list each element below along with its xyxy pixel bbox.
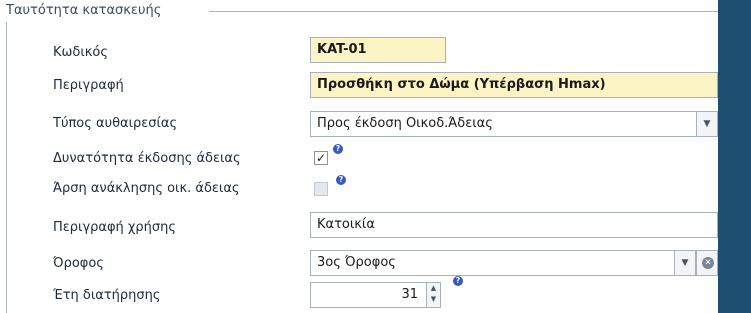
use-description-field[interactable]: Κατοικία	[310, 212, 718, 238]
spinner-arrows-icon[interactable]: ▲ ▼	[426, 283, 440, 307]
help-icon[interactable]: ?	[336, 175, 346, 185]
retention-years-stepper[interactable]: 31 ▲ ▼	[310, 282, 441, 308]
group-border-left	[6, 22, 7, 313]
form-panel: Ταυτότητα κατασκευής Κωδικός KAT-01 Περι…	[0, 0, 718, 313]
clear-icon[interactable]: ✕	[696, 251, 717, 275]
floor-label: Όροφος	[53, 256, 104, 271]
code-label: Κωδικός	[53, 45, 109, 60]
floor-value: 3ος Όροφος	[317, 255, 396, 270]
clear-circle-icon: ✕	[702, 257, 714, 269]
description-label: Περιγραφή	[53, 78, 124, 93]
floor-select[interactable]: 3ος Όροφος ▼ ✕	[310, 250, 718, 276]
violation-type-select[interactable]: Προς έκδοση Οικοδ.Άδειας ▼	[310, 111, 718, 137]
help-icon[interactable]: ?	[333, 144, 343, 154]
retention-years-label: Έτη διατήρησης	[53, 288, 161, 303]
help-icon[interactable]: ?	[453, 276, 463, 286]
window-frame-right	[718, 0, 751, 313]
chevron-down-icon[interactable]: ▼	[696, 112, 717, 136]
revocation-lift-label: Άρση ανάκλησης οικ. άδειας	[53, 181, 240, 196]
group-border-top	[209, 11, 718, 12]
permit-possible-label: Δυνατότητα έκδοσης άδειας	[53, 151, 241, 166]
chevron-down-icon[interactable]: ▼	[674, 251, 696, 275]
permit-possible-checkbox[interactable]: ✓	[314, 151, 328, 165]
violation-type-label: Τύπος αυθαιρεσίας	[53, 116, 178, 131]
code-field[interactable]: KAT-01	[310, 37, 446, 63]
checkmark-icon: ✓	[315, 151, 327, 165]
retention-years-value: 31	[401, 287, 418, 302]
group-title: Ταυτότητα κατασκευής	[6, 3, 162, 18]
violation-type-value: Προς έκδοση Οικοδ.Άδειας	[317, 116, 493, 131]
revocation-lift-checkbox[interactable]	[314, 182, 328, 196]
use-description-label: Περιγραφή χρήσης	[53, 220, 177, 235]
description-field[interactable]: Προσθήκη στο Δώμα (Υπέρβαση Hmax)	[310, 72, 718, 98]
